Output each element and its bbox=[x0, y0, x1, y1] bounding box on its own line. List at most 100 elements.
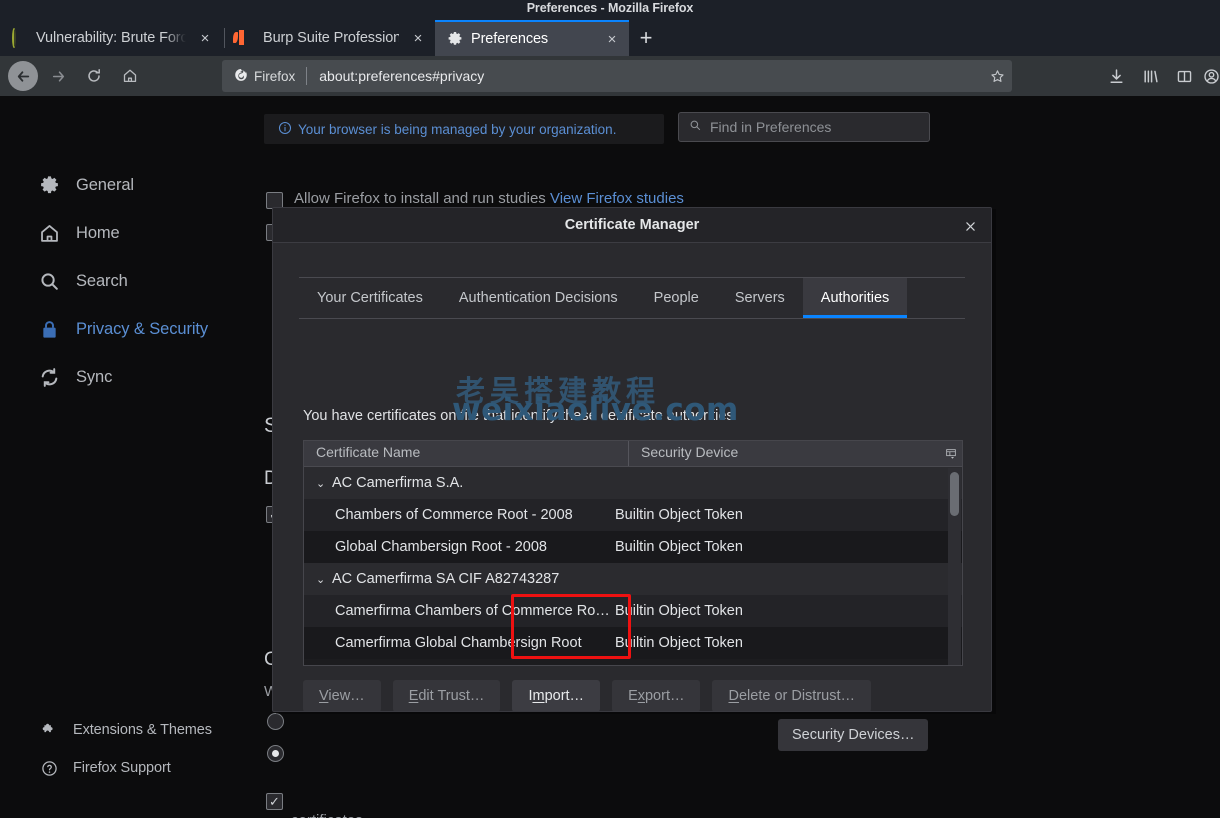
table-row[interactable]: Global Chambersign Root - 2008 Builtin O… bbox=[304, 531, 962, 563]
view-button[interactable]: View… bbox=[303, 680, 381, 711]
tab-burp-suite-professional[interactable]: Burp Suite Professional × bbox=[227, 20, 435, 56]
sidebar-item-firefox-support[interactable]: Firefox Support bbox=[0, 754, 258, 782]
certificate-name: Global Chambersign Root - 2008 bbox=[335, 539, 547, 555]
puzzle-icon bbox=[40, 721, 58, 739]
delete-or-distrust-button[interactable]: Delete or Distrust… bbox=[712, 680, 872, 711]
sidebar-item-search[interactable]: Search bbox=[0, 264, 258, 298]
tab-vulnerability-brute-force[interactable]: Vulnerability: Brute Force × bbox=[0, 20, 222, 56]
tab-preferences[interactable]: Preferences × bbox=[435, 20, 629, 56]
security-device: Builtin Object Token bbox=[615, 635, 743, 651]
sidebar-item-home[interactable]: Home bbox=[0, 216, 258, 250]
tab-servers[interactable]: Servers bbox=[717, 278, 803, 318]
table-row[interactable]: ⌄ AC Camerfirma S.A. bbox=[304, 467, 962, 499]
home-icon[interactable] bbox=[114, 60, 146, 92]
studies-label: Allow Firefox to install and run studies… bbox=[294, 190, 684, 207]
gear-icon bbox=[447, 31, 463, 47]
sidebar-item-general[interactable]: General bbox=[0, 168, 258, 202]
tab-label: Burp Suite Professional bbox=[263, 30, 399, 46]
sidebar-item-label: Extensions & Themes bbox=[73, 722, 212, 738]
identity-box[interactable]: Firefox bbox=[222, 68, 306, 85]
account-icon[interactable] bbox=[1202, 60, 1220, 92]
sidebar-item-sync[interactable]: Sync bbox=[0, 360, 258, 394]
info-icon bbox=[278, 121, 292, 138]
globe-ring-icon bbox=[12, 28, 28, 48]
certificate-list[interactable]: Certificate Name Security Device ⌄ AC Ca… bbox=[303, 440, 963, 666]
search-icon bbox=[38, 270, 60, 292]
forward-arrow-icon[interactable] bbox=[42, 60, 74, 92]
tabstrip-bottom-rule bbox=[299, 318, 965, 319]
sync-icon bbox=[38, 366, 60, 388]
table-row[interactable]: Camerfirma Chambers of Commerce Ro… Buil… bbox=[304, 595, 962, 627]
column-picker-icon[interactable] bbox=[940, 441, 962, 466]
import-button[interactable]: Import… bbox=[512, 680, 601, 711]
library-icon[interactable] bbox=[1134, 60, 1166, 92]
background-radio-1[interactable] bbox=[267, 713, 284, 730]
chevron-down-icon[interactable]: ⌄ bbox=[316, 573, 330, 586]
export-button[interactable]: Export… bbox=[612, 680, 701, 711]
toolbar-right-icons bbox=[1100, 60, 1220, 92]
table-row[interactable]: Camerfirma Global Chambersign Root Built… bbox=[304, 627, 962, 659]
sidebar-item-label: Home bbox=[76, 223, 120, 242]
firefox-logo-icon bbox=[234, 68, 248, 85]
managed-notice[interactable]: Your browser is being managed by your or… bbox=[264, 114, 664, 144]
column-header-certificate-name[interactable]: Certificate Name bbox=[304, 441, 629, 466]
tab-people[interactable]: People bbox=[636, 278, 717, 318]
identity-label: Firefox bbox=[254, 68, 296, 84]
dialog-description: You have certificates on file that ident… bbox=[303, 408, 734, 424]
url-bar[interactable]: Firefox about:preferences#privacy bbox=[222, 60, 1012, 92]
dialog-titlebar: Certificate Manager bbox=[273, 208, 991, 243]
dialog-title: Certificate Manager bbox=[564, 217, 700, 233]
certificate-manager-dialog: Certificate Manager Your Certificates Au… bbox=[272, 207, 992, 712]
background-checkbox-4[interactable]: ✓ bbox=[266, 793, 283, 810]
tab-authorities[interactable]: Authorities bbox=[802, 278, 908, 318]
tab-authentication-decisions[interactable]: Authentication Decisions bbox=[441, 278, 636, 318]
search-icon bbox=[689, 119, 702, 135]
sidebar-icon[interactable] bbox=[1168, 60, 1200, 92]
sidebar-item-privacy-security[interactable]: Privacy & Security bbox=[0, 312, 258, 346]
view-firefox-studies-link[interactable]: View Firefox studies bbox=[550, 190, 684, 207]
table-row[interactable]: ⌄ AC Camerfirma SA CIF A82743287 bbox=[304, 563, 962, 595]
tab-label: Preferences bbox=[471, 31, 549, 47]
star-icon[interactable] bbox=[982, 69, 1012, 84]
downloads-icon[interactable] bbox=[1100, 60, 1132, 92]
find-in-preferences-input[interactable]: Find in Preferences bbox=[678, 112, 930, 142]
close-icon[interactable] bbox=[959, 215, 981, 237]
table-row[interactable]: Chambers of Commerce Root - 2008 Builtin… bbox=[304, 499, 962, 531]
reload-icon[interactable] bbox=[78, 60, 110, 92]
certificate-list-scrollbar[interactable] bbox=[948, 468, 961, 665]
gear-icon bbox=[38, 174, 60, 196]
sidebar-item-label: General bbox=[76, 175, 135, 194]
burp-suite-icon bbox=[239, 30, 255, 46]
certificate-action-buttons: View… Edit Trust… Import… Export… Delete… bbox=[303, 680, 872, 711]
security-device: Builtin Object Token bbox=[615, 507, 743, 523]
certificate-name: Camerfirma Chambers of Commerce Ro… bbox=[335, 603, 610, 619]
security-devices-button[interactable]: Security Devices… bbox=[778, 719, 929, 751]
tab-label: Authorities bbox=[820, 290, 890, 306]
tab-strip: Vulnerability: Brute Force × Burp Suite … bbox=[0, 20, 1220, 56]
question-circle-icon bbox=[40, 759, 58, 777]
tab-label: Authentication Decisions bbox=[458, 290, 618, 306]
new-tab-button[interactable]: + bbox=[629, 20, 663, 56]
certificate-name: AC Camerfirma SA CIF A82743287 bbox=[332, 571, 560, 587]
edit-trust-button[interactable]: Edit Trust… bbox=[392, 680, 501, 711]
column-header-security-device[interactable]: Security Device bbox=[629, 441, 940, 466]
tab-label: Vulnerability: Brute Force bbox=[36, 30, 186, 46]
find-placeholder: Find in Preferences bbox=[710, 119, 832, 135]
background-radio-2[interactable] bbox=[267, 745, 284, 762]
close-icon[interactable]: × bbox=[407, 27, 429, 49]
certificate-name: Chambers of Commerce Root - 2008 bbox=[335, 507, 573, 523]
tab-your-certificates[interactable]: Your Certificates bbox=[299, 278, 441, 318]
scrollbar-thumb[interactable] bbox=[950, 472, 959, 516]
managed-notice-label: Your browser is being managed by your or… bbox=[298, 121, 617, 137]
certificate-name: AC Camerfirma S.A. bbox=[332, 475, 464, 491]
url-input[interactable]: about:preferences#privacy bbox=[307, 68, 982, 84]
home-icon bbox=[38, 222, 60, 244]
chevron-down-icon[interactable]: ⌄ bbox=[316, 477, 330, 490]
back-arrow-icon[interactable] bbox=[8, 61, 38, 91]
sidebar-item-extensions-themes[interactable]: Extensions & Themes bbox=[0, 716, 258, 744]
sidebar-bottom: Extensions & Themes Firefox Support bbox=[0, 716, 258, 792]
sidebar-item-label: Sync bbox=[76, 367, 113, 386]
close-icon[interactable]: × bbox=[194, 27, 216, 49]
security-device: Builtin Object Token bbox=[615, 603, 743, 619]
close-icon[interactable]: × bbox=[601, 28, 623, 50]
